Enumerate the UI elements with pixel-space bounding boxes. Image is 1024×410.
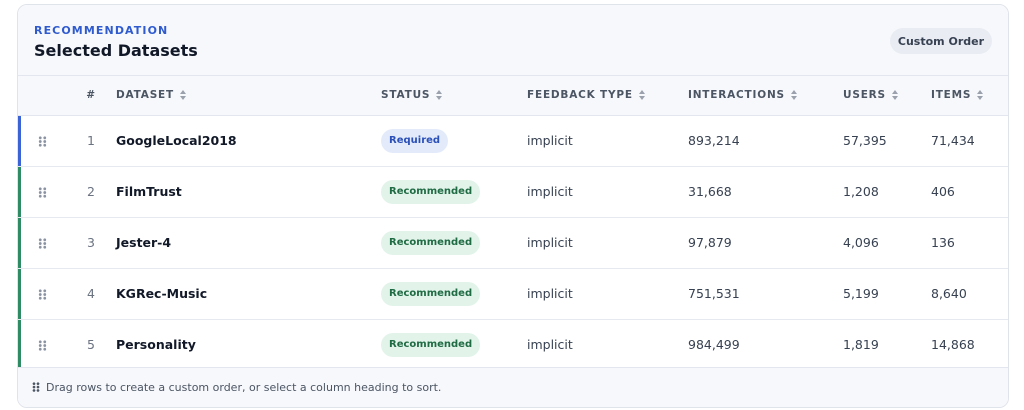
drag-handle-icon[interactable]: [38, 238, 47, 249]
items-cell: 71,434: [931, 133, 975, 148]
items-cell: 8,640: [931, 267, 1008, 319]
dataset-name: Jester-4: [116, 216, 381, 268]
page-title: Selected Datasets: [34, 41, 198, 60]
interactions-cell: 31,668: [688, 165, 843, 217]
feedback-type-cell: implicit: [527, 267, 688, 319]
drag-handle-icon[interactable]: [38, 187, 47, 198]
status-badge: Required: [381, 128, 449, 153]
users-cell: 5,199: [843, 267, 931, 319]
table-row[interactable]: 1 GoogleLocal2018 Required implicit 893,…: [18, 115, 1008, 166]
row-status-bar: [18, 115, 21, 166]
dataset-name: GoogleLocal2018: [116, 133, 237, 148]
items-cell: 406: [931, 165, 1008, 217]
table-row[interactable]: 4 KGRec-Music Recommended implicit 751,5…: [18, 267, 1008, 319]
interactions-cell: 893,214: [688, 133, 740, 148]
interactions-cell: 984,499: [688, 318, 843, 370]
column-header-items[interactable]: ITEMS: [931, 76, 1008, 116]
row-number: 4: [66, 267, 116, 319]
row-number: 3: [66, 216, 116, 268]
card-footer: Drag rows to create a custom order, or s…: [18, 367, 1008, 407]
row-number: 2: [66, 165, 116, 217]
users-cell: 4,096: [843, 216, 931, 268]
status-badge: Recommended: [381, 230, 481, 255]
column-header-feedback-type[interactable]: FEEDBACK TYPE: [527, 76, 688, 116]
card-header: RECOMMENDATION Selected Datasets Custom …: [18, 5, 1008, 76]
column-header-status[interactable]: STATUS: [381, 76, 527, 116]
column-header-number: #: [66, 76, 116, 116]
dataset-name: KGRec-Music: [116, 267, 381, 319]
row-number: 5: [66, 318, 116, 370]
feedback-type-cell: implicit: [527, 165, 688, 217]
users-cell: 57,395: [843, 133, 887, 148]
items-cell: 136: [931, 216, 1008, 268]
row-number: 1: [87, 133, 95, 148]
row-status-bar: [18, 166, 21, 217]
users-cell: 1,208: [843, 165, 931, 217]
row-status-bar: [18, 217, 21, 268]
sort-icon[interactable]: [977, 90, 984, 101]
drag-handle-icon: [32, 382, 40, 392]
drag-handle-icon[interactable]: [38, 340, 47, 352]
row-status-bar: [18, 319, 21, 370]
dataset-name: FilmTrust: [116, 165, 381, 217]
items-cell: 14,868: [931, 318, 1008, 370]
section-eyebrow: RECOMMENDATION: [34, 24, 169, 37]
table-row[interactable]: 5 Personality Recommended implicit 984,4…: [18, 318, 1008, 370]
custom-order-button[interactable]: Custom Order: [889, 28, 992, 54]
sort-icon[interactable]: [180, 90, 186, 101]
dataset-name: Personality: [116, 318, 381, 370]
table-row[interactable]: 3 Jester-4 Recommended implicit 97,879 4…: [18, 216, 1008, 268]
datasets-table: # DATASET STATUS FEEDBACK TYPE INTERACTI…: [18, 76, 1008, 370]
users-cell: 1,819: [843, 318, 931, 370]
footer-hint: Drag rows to create a custom order, or s…: [46, 381, 442, 394]
interactions-cell: 97,879: [688, 216, 843, 268]
sort-icon[interactable]: [638, 90, 645, 101]
column-header-dataset[interactable]: DATASET: [116, 76, 381, 116]
status-badge: Recommended: [381, 332, 481, 357]
table-header-row: # DATASET STATUS FEEDBACK TYPE INTERACTI…: [18, 76, 1008, 116]
column-header-interactions[interactable]: INTERACTIONS: [688, 76, 843, 116]
drag-handle-icon[interactable]: [38, 289, 47, 300]
header-grip-spacer: [18, 76, 66, 116]
datasets-card: RECOMMENDATION Selected Datasets Custom …: [17, 4, 1009, 408]
sort-icon[interactable]: [436, 90, 443, 101]
column-header-users[interactable]: USERS: [843, 76, 931, 116]
interactions-cell: 751,531: [688, 267, 843, 319]
status-badge: Recommended: [381, 281, 481, 306]
feedback-type-cell: implicit: [527, 318, 688, 370]
feedback-type-cell: implicit: [527, 216, 688, 268]
table-row[interactable]: 2 FilmTrust Recommended implicit 31,668 …: [18, 165, 1008, 217]
sort-icon[interactable]: [891, 90, 898, 101]
sort-icon[interactable]: [790, 90, 797, 101]
row-status-bar: [18, 268, 21, 319]
drag-handle-icon[interactable]: [38, 136, 47, 147]
feedback-type-cell: implicit: [527, 133, 573, 148]
status-badge: Recommended: [381, 179, 481, 204]
